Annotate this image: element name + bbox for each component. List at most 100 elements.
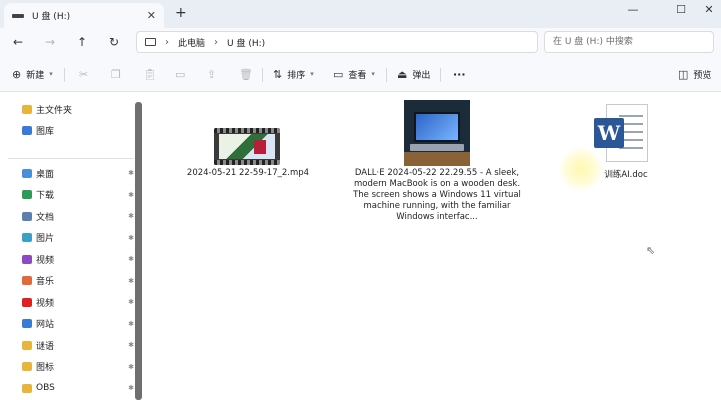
sidebar-item-label: 文档 bbox=[36, 212, 55, 223]
sidebar-item-folder[interactable]: OBS ✱ bbox=[22, 379, 134, 397]
music-icon bbox=[22, 276, 32, 285]
pin-icon[interactable]: ✱ bbox=[128, 234, 134, 242]
navigation-pane: 主文件夹 图库 桌面 ✱ 下载 ✱ 文档 ✱ 图片 ✱ 视频 ✱ 音乐 ✱ 视频 ✱ 网站 ✱ 谜语 ✱ 图标 ✱ OBS ✱ bbox=[0, 92, 146, 400]
sidebar-item-download[interactable]: 下载 ✱ bbox=[22, 186, 134, 204]
sidebar-item-label: 图库 bbox=[36, 126, 55, 137]
sort-button[interactable]: ⇅ 排序 ▾ bbox=[273, 66, 314, 82]
pin-icon[interactable]: ✱ bbox=[128, 298, 134, 306]
chevron-down-icon: ▾ bbox=[310, 70, 314, 78]
sidebar-item-home[interactable]: 主文件夹 bbox=[22, 100, 134, 118]
sidebar-item-documents[interactable]: 文档 ✱ bbox=[22, 207, 134, 225]
laptop-base bbox=[410, 144, 464, 151]
folder-icon bbox=[22, 340, 32, 350]
download-icon bbox=[22, 190, 32, 199]
command-bar: ⊕ 新建 ▾ ✂ ❐ 📋︎ ▭ ⇪ 🗑︎ ⇅ 排序 ▾ ▭ 查看 ▾ ⏏ 弹出 … bbox=[0, 56, 721, 92]
home-icon bbox=[22, 104, 32, 114]
sidebar-item-pictures[interactable]: 图片 ✱ bbox=[22, 229, 134, 247]
sidebar-item-label: 图标 bbox=[36, 363, 55, 373]
share-icon: ⇪ bbox=[207, 67, 217, 81]
sidebar-item-desktop[interactable]: 桌面 ✱ bbox=[22, 164, 134, 182]
sidebar-item-label: 图片 bbox=[36, 234, 55, 244]
video-thumbnail bbox=[214, 128, 280, 165]
video-frame-accent bbox=[254, 140, 266, 154]
eject-button[interactable]: ⏏ 弹出 bbox=[397, 66, 430, 82]
search-input[interactable]: 在 U 盘 (H:) 中搜索 bbox=[544, 31, 714, 53]
paste-button[interactable]: 📋︎ bbox=[143, 66, 157, 82]
address-row: ← → ↑ ↻ › 此电脑 › U 盘 (H:) 在 U 盘 (H:) 中搜索 bbox=[0, 28, 721, 56]
address-bar[interactable]: › 此电脑 › U 盘 (H:) bbox=[136, 31, 538, 53]
new-button[interactable]: ⊕ 新建 ▾ bbox=[12, 66, 53, 82]
doc-line bbox=[619, 115, 643, 117]
sort-label: 排序 bbox=[287, 70, 306, 81]
chevron-right-icon: › bbox=[214, 36, 219, 48]
tab-close-button[interactable]: ✕ bbox=[147, 9, 156, 22]
preview-pane-icon: ◫ bbox=[678, 67, 689, 81]
preview-pane-button[interactable]: ◫ 预览 bbox=[678, 66, 711, 82]
paste-icon: 📋︎ bbox=[143, 67, 157, 81]
maximize-button[interactable]: ☐ bbox=[666, 3, 696, 16]
delete-button[interactable]: 🗑︎ bbox=[239, 66, 253, 82]
copy-button[interactable]: ❐ bbox=[111, 66, 121, 82]
folder-icon bbox=[22, 383, 32, 393]
website-icon bbox=[22, 319, 32, 328]
pin-icon[interactable]: ✱ bbox=[128, 320, 134, 328]
title-bar: U 盘 (H:) ✕ + — ☐ ✕ bbox=[0, 0, 721, 28]
pin-icon[interactable]: ✱ bbox=[128, 363, 134, 371]
view-icon: ▭ bbox=[333, 67, 344, 81]
pin-icon[interactable]: ✱ bbox=[128, 341, 134, 349]
this-pc-icon bbox=[145, 38, 156, 46]
pin-icon[interactable]: ✱ bbox=[128, 191, 134, 199]
more-icon: ··· bbox=[453, 67, 466, 81]
pin-icon[interactable]: ✱ bbox=[128, 169, 134, 177]
icons-folder-icon bbox=[22, 362, 32, 371]
film-strip-icon bbox=[214, 128, 280, 133]
desktop-icon bbox=[22, 168, 32, 178]
sidebar-item-label: 音乐 bbox=[36, 277, 55, 287]
sidebar-item-label: 桌面 bbox=[36, 169, 55, 180]
sidebar-item-videos[interactable]: 视频 ✱ bbox=[22, 250, 134, 268]
preview-label: 预览 bbox=[693, 70, 712, 81]
trash-icon: 🗑︎ bbox=[239, 67, 253, 81]
wooden-desk bbox=[404, 152, 470, 166]
sidebar-item-label: 主文件夹 bbox=[36, 105, 73, 116]
breadcrumb-usb-drive[interactable]: U 盘 (H:) bbox=[227, 36, 265, 49]
view-button[interactable]: ▭ 查看 ▾ bbox=[333, 66, 375, 82]
chevron-down-icon: ▾ bbox=[371, 70, 375, 78]
sidebar-item-folder[interactable]: 谜语 ✱ bbox=[22, 336, 134, 354]
pin-icon[interactable]: ✱ bbox=[128, 277, 134, 285]
rename-button[interactable]: ▭ bbox=[175, 66, 185, 82]
minimize-button[interactable]: — bbox=[618, 3, 648, 16]
rename-icon: ▭ bbox=[175, 67, 186, 81]
share-button[interactable]: ⇪ bbox=[207, 66, 216, 82]
up-button[interactable]: ↑ bbox=[73, 33, 91, 51]
back-button[interactable]: ← bbox=[9, 33, 27, 51]
pin-icon[interactable]: ✱ bbox=[128, 212, 134, 220]
sidebar-item-label: 视频 bbox=[36, 255, 55, 266]
breadcrumb-this-pc[interactable]: 此电脑 bbox=[178, 36, 205, 49]
more-options-button[interactable]: ··· bbox=[453, 66, 466, 82]
documents-icon bbox=[22, 211, 32, 221]
sidebar-item-website[interactable]: 网站 ✱ bbox=[22, 315, 134, 333]
file-name: 2024-05-21 22-59-17_2.mp4 bbox=[186, 168, 310, 178]
refresh-button[interactable]: ↻ bbox=[105, 33, 123, 51]
videos-icon bbox=[22, 254, 32, 264]
copy-icon: ❐ bbox=[111, 67, 121, 81]
video-frame bbox=[219, 134, 275, 159]
close-window-button[interactable]: ✕ bbox=[694, 3, 721, 16]
youtube-icon bbox=[22, 297, 32, 307]
word-logo-icon: W bbox=[594, 118, 624, 148]
divider bbox=[64, 68, 65, 82]
sidebar-item-gallery[interactable]: 图库 bbox=[22, 121, 134, 139]
sidebar-scrollbar[interactable] bbox=[135, 102, 142, 400]
eject-label: 弹出 bbox=[412, 70, 431, 81]
image-thumbnail bbox=[404, 100, 470, 166]
sidebar-item-icons-folder[interactable]: 图标 ✱ bbox=[22, 358, 134, 376]
pin-icon[interactable]: ✱ bbox=[128, 384, 134, 392]
sidebar-item-youtube[interactable]: 视频 ✱ bbox=[22, 293, 134, 311]
sidebar-item-music[interactable]: 音乐 ✱ bbox=[22, 272, 134, 290]
new-tab-button[interactable]: + bbox=[175, 5, 187, 21]
cut-button[interactable]: ✂ bbox=[79, 66, 88, 82]
pin-icon[interactable]: ✱ bbox=[128, 255, 134, 263]
tab-usb-drive[interactable]: U 盘 (H:) ✕ bbox=[4, 3, 164, 28]
forward-button[interactable]: → bbox=[41, 33, 59, 51]
